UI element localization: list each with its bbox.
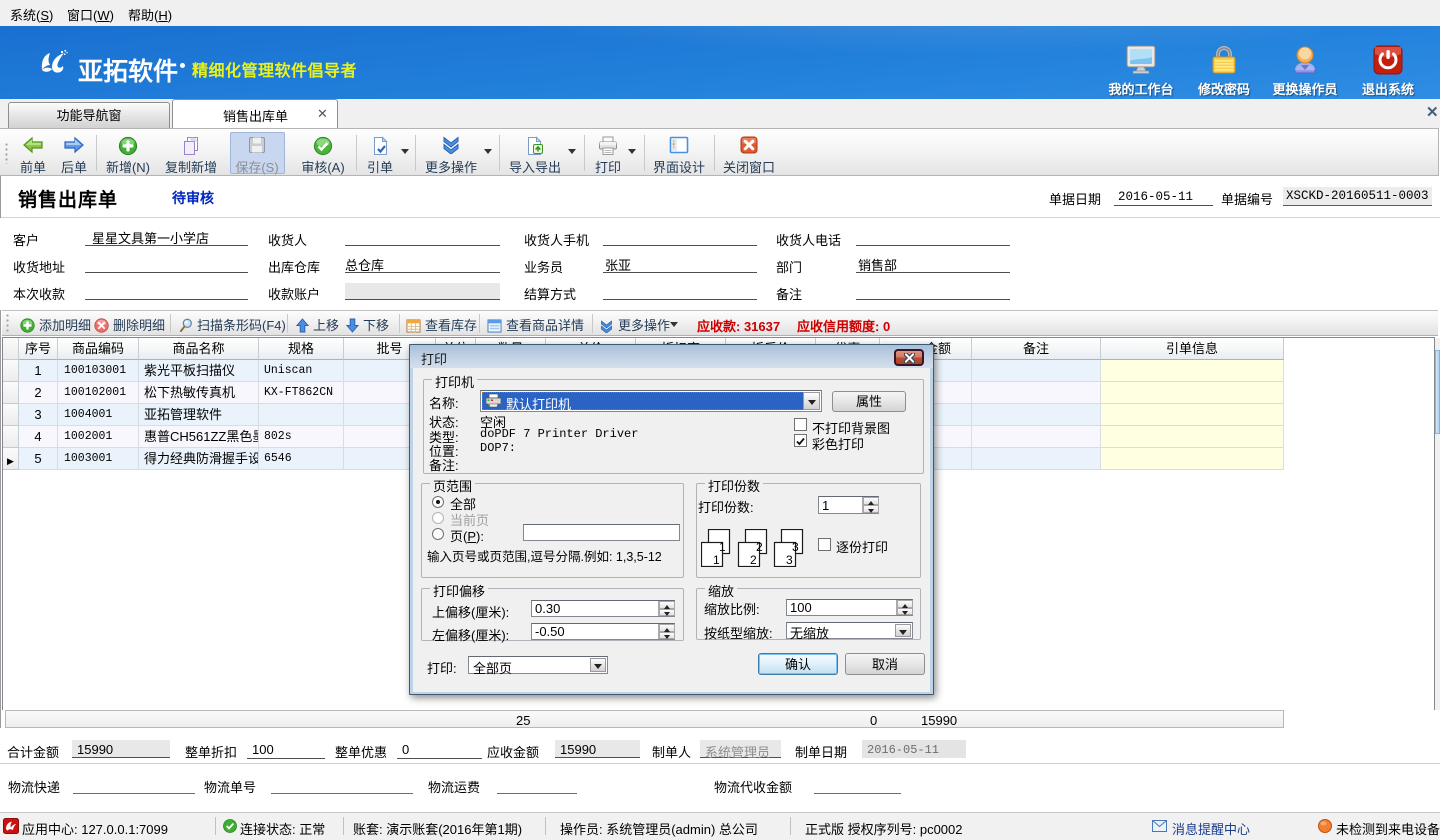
- svg-text:3: 3: [786, 553, 793, 567]
- svg-text:2: 2: [756, 540, 763, 554]
- svg-text:1: 1: [719, 540, 726, 554]
- svg-text:1: 1: [713, 553, 720, 567]
- svg-text:3: 3: [792, 540, 799, 554]
- svg-text:2: 2: [750, 553, 757, 567]
